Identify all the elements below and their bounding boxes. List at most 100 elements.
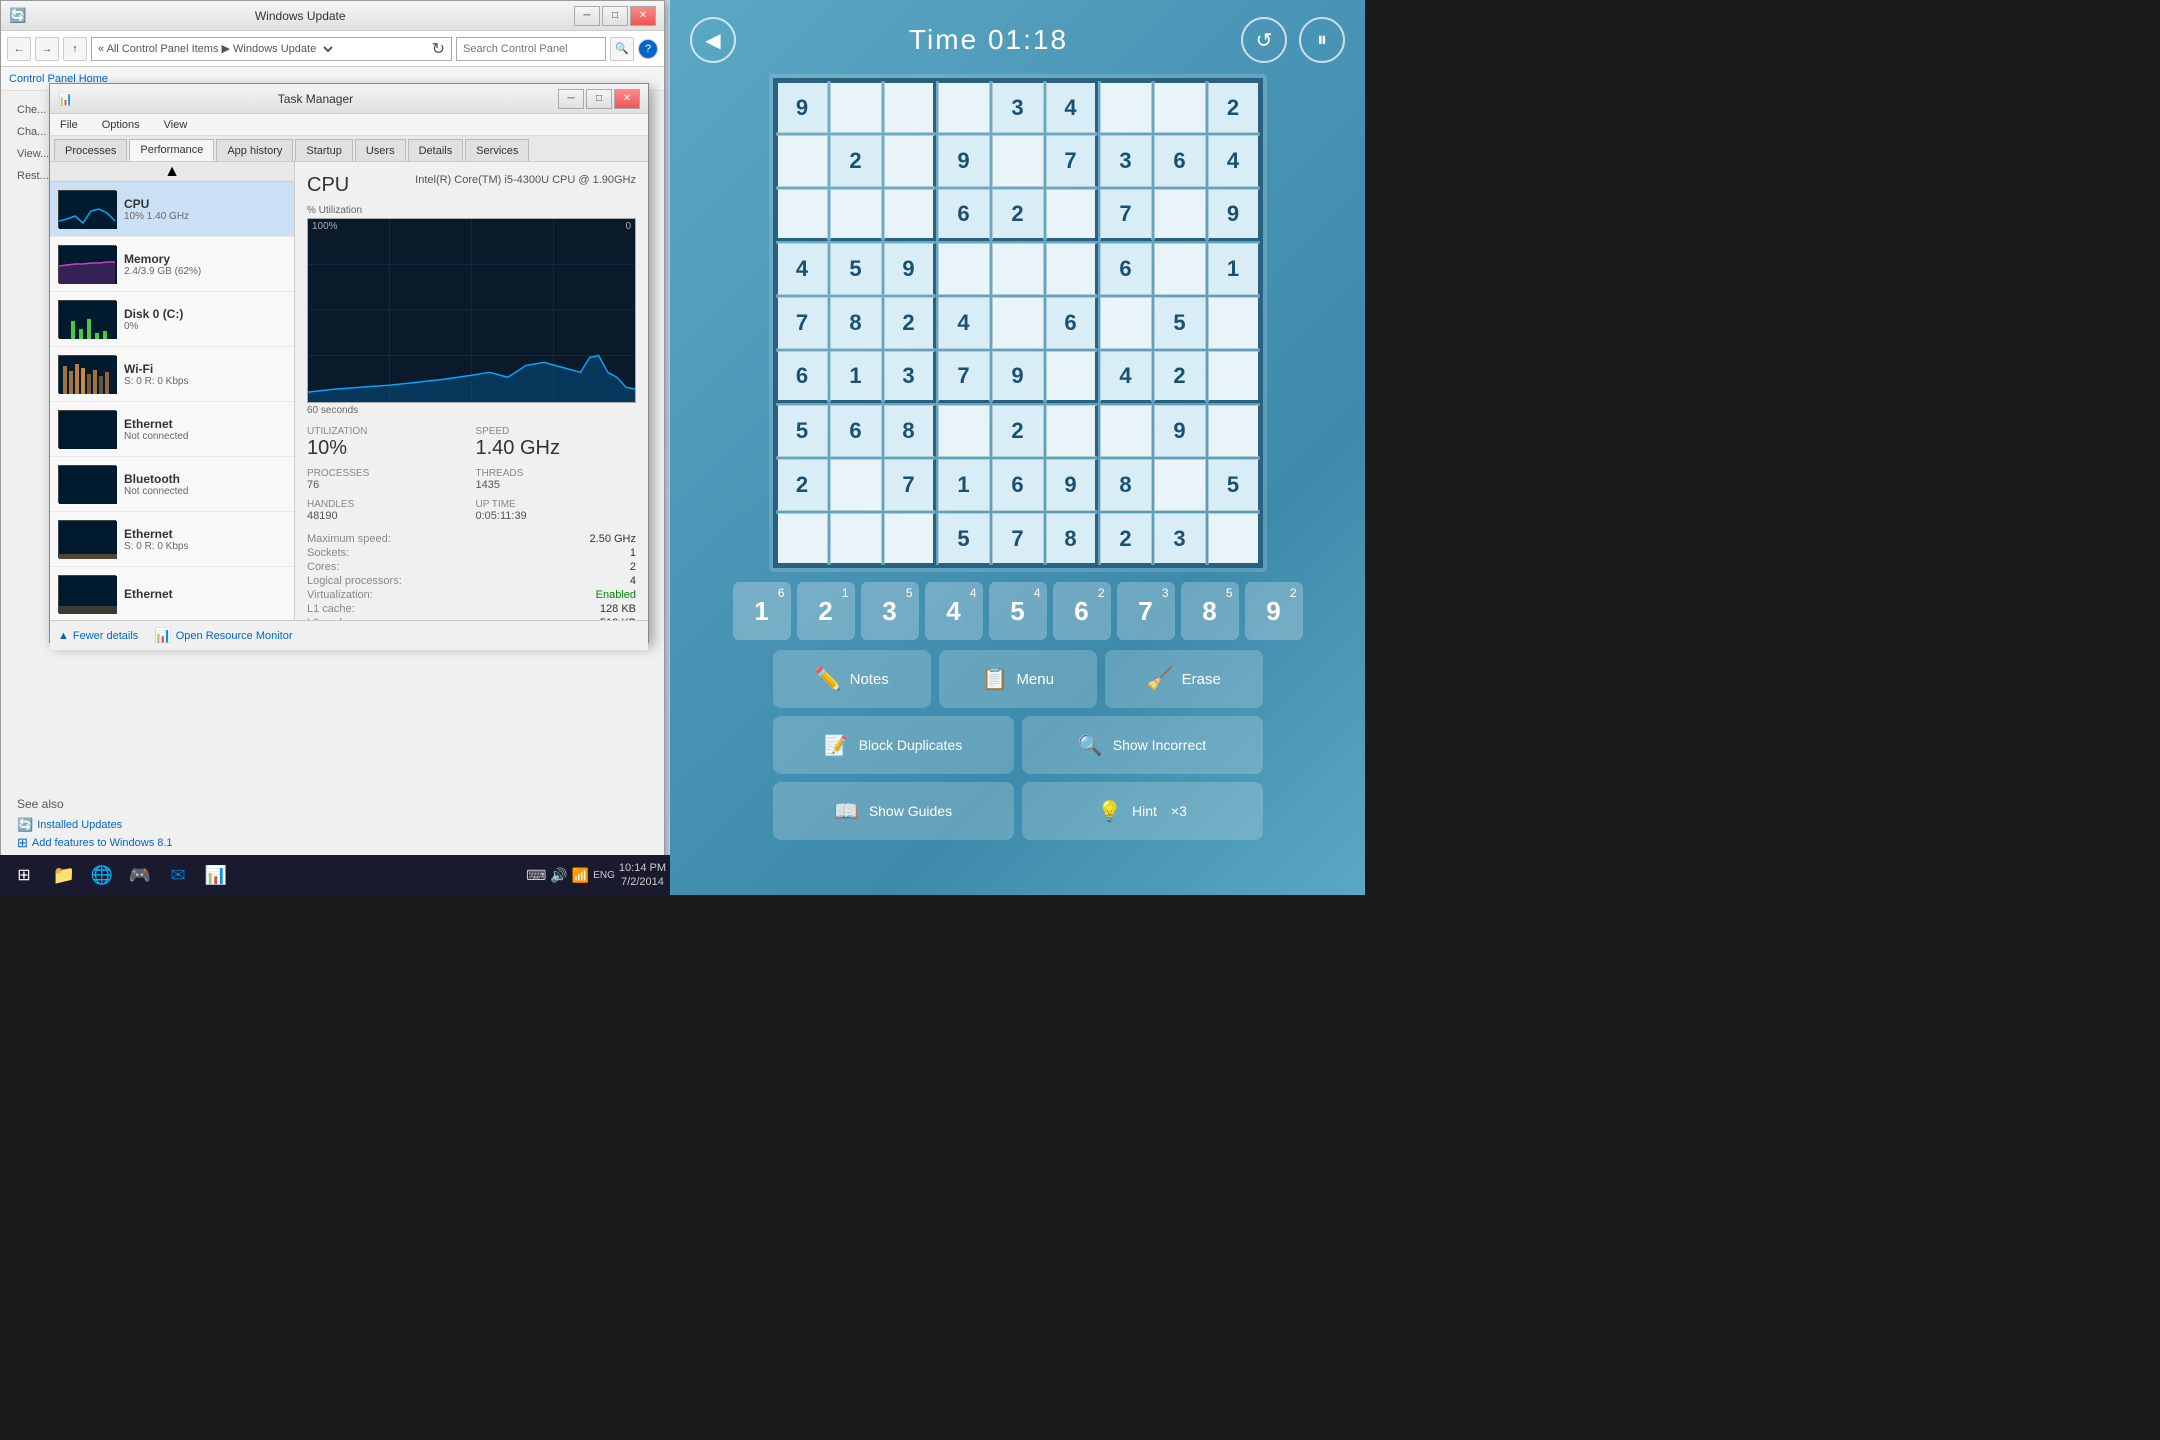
sudoku-cell-5-0[interactable]: 6 — [776, 351, 828, 403]
sudoku-cell-0-7[interactable] — [1154, 81, 1206, 133]
taskbar-xbox[interactable]: 🎮 — [122, 857, 158, 893]
minimize-button[interactable]: ─ — [574, 6, 600, 26]
sudoku-cell-1-0[interactable] — [776, 135, 828, 187]
erase-button[interactable]: 🧹 Erase — [1105, 650, 1263, 708]
maximize-button[interactable]: □ — [602, 6, 628, 26]
num-btn-4[interactable]: 44 — [925, 582, 983, 640]
tab-users[interactable]: Users — [355, 139, 406, 161]
taskbar-ie[interactable]: 🌐 — [84, 857, 120, 893]
sudoku-cell-0-1[interactable] — [830, 81, 882, 133]
hint-button[interactable]: 💡 Hint ×3 — [1022, 782, 1263, 840]
sudoku-cell-5-2[interactable]: 3 — [884, 351, 936, 403]
num-btn-9[interactable]: 92 — [1245, 582, 1303, 640]
sudoku-cell-0-2[interactable] — [884, 81, 936, 133]
sudoku-cell-2-4[interactable]: 2 — [992, 189, 1044, 241]
sudoku-cell-4-2[interactable]: 2 — [884, 297, 936, 349]
sudoku-cell-5-6[interactable]: 4 — [1100, 351, 1152, 403]
sudoku-cell-3-6[interactable]: 6 — [1100, 243, 1152, 295]
sudoku-cell-8-2[interactable] — [884, 513, 936, 565]
tab-performance[interactable]: Performance — [129, 139, 214, 161]
sudoku-cell-6-5[interactable] — [1046, 405, 1098, 457]
sidebar-item-wifi[interactable]: Wi-Fi S: 0 R: 0 Kbps — [50, 347, 294, 402]
sidebar-item-ethernet3[interactable]: Ethernet — [50, 567, 294, 620]
sidebar-item-ethernet2[interactable]: Ethernet S: 0 R: 0 Kbps — [50, 512, 294, 567]
sudoku-cell-5-8[interactable] — [1208, 351, 1260, 403]
sudoku-cell-2-5[interactable] — [1046, 189, 1098, 241]
sudoku-cell-0-3[interactable] — [938, 81, 990, 133]
sudoku-cell-3-4[interactable] — [992, 243, 1044, 295]
sudoku-cell-2-3[interactable]: 6 — [938, 189, 990, 241]
forward-button[interactable]: → — [35, 37, 59, 61]
sudoku-cell-6-4[interactable]: 2 — [992, 405, 1044, 457]
sudoku-cell-7-5[interactable]: 9 — [1046, 459, 1098, 511]
sudoku-cell-8-3[interactable]: 5 — [938, 513, 990, 565]
sudoku-cell-7-7[interactable] — [1154, 459, 1206, 511]
sudoku-cell-2-2[interactable] — [884, 189, 936, 241]
sudoku-cell-5-1[interactable]: 1 — [830, 351, 882, 403]
sidebar-item-memory[interactable]: Memory 2.4/3.9 GB (62%) — [50, 237, 294, 292]
sudoku-cell-4-5[interactable]: 6 — [1046, 297, 1098, 349]
sudoku-cell-1-1[interactable]: 2 — [830, 135, 882, 187]
sudoku-cell-3-7[interactable] — [1154, 243, 1206, 295]
tab-processes[interactable]: Processes — [54, 139, 127, 161]
sudoku-cell-4-1[interactable]: 8 — [830, 297, 882, 349]
resource-monitor-link[interactable]: 📊 Open Resource Monitor — [154, 627, 292, 644]
sudoku-cell-0-8[interactable]: 2 — [1208, 81, 1260, 133]
tab-startup[interactable]: Startup — [295, 139, 352, 161]
sudoku-cell-0-5[interactable]: 4 — [1046, 81, 1098, 133]
sudoku-cell-3-8[interactable]: 1 — [1208, 243, 1260, 295]
num-btn-7[interactable]: 73 — [1117, 582, 1175, 640]
tm-minimize-button[interactable]: ─ — [558, 89, 584, 109]
sidebar-item-disk[interactable]: Disk 0 (C:) 0% — [50, 292, 294, 347]
sudoku-cell-0-4[interactable]: 3 — [992, 81, 1044, 133]
taskbar-task-manager[interactable]: 📊 — [198, 857, 234, 893]
sudoku-cell-6-0[interactable]: 5 — [776, 405, 828, 457]
taskbar-mail[interactable]: ✉ — [160, 857, 196, 893]
sudoku-cell-7-8[interactable]: 5 — [1208, 459, 1260, 511]
sudoku-cell-4-4[interactable] — [992, 297, 1044, 349]
sudoku-cell-6-8[interactable] — [1208, 405, 1260, 457]
sudoku-cell-6-6[interactable] — [1100, 405, 1152, 457]
tab-app-history[interactable]: App history — [216, 139, 293, 161]
num-btn-8[interactable]: 85 — [1181, 582, 1239, 640]
sudoku-cell-8-0[interactable] — [776, 513, 828, 565]
sudoku-cell-3-1[interactable]: 5 — [830, 243, 882, 295]
tab-services[interactable]: Services — [465, 139, 529, 161]
address-refresh[interactable]: ↻ — [432, 39, 445, 59]
sudoku-cell-1-6[interactable]: 3 — [1100, 135, 1152, 187]
menu-view[interactable]: View — [158, 117, 194, 133]
sudoku-cell-5-5[interactable] — [1046, 351, 1098, 403]
show-incorrect-button[interactable]: 🔍 Show Incorrect — [1022, 716, 1263, 774]
sudoku-cell-8-4[interactable]: 7 — [992, 513, 1044, 565]
sudoku-cell-6-7[interactable]: 9 — [1154, 405, 1206, 457]
sidebar-item-bluetooth[interactable]: Bluetooth Not connected — [50, 457, 294, 512]
sudoku-cell-1-2[interactable] — [884, 135, 936, 187]
sudoku-cell-8-6[interactable]: 2 — [1100, 513, 1152, 565]
sudoku-cell-7-1[interactable] — [830, 459, 882, 511]
search-button[interactable]: 🔍 — [610, 37, 634, 61]
search-input[interactable] — [456, 37, 606, 61]
sudoku-cell-4-7[interactable]: 5 — [1154, 297, 1206, 349]
sudoku-cell-8-7[interactable]: 3 — [1154, 513, 1206, 565]
num-btn-3[interactable]: 35 — [861, 582, 919, 640]
sudoku-cell-4-3[interactable]: 4 — [938, 297, 990, 349]
sudoku-cell-4-6[interactable] — [1100, 297, 1152, 349]
tm-close-button[interactable]: ✕ — [614, 89, 640, 109]
sidebar-item-ethernet[interactable]: Ethernet Not connected — [50, 402, 294, 457]
notes-button[interactable]: ✏️ Notes — [773, 650, 931, 708]
sudoku-cell-2-0[interactable] — [776, 189, 828, 241]
sudoku-cell-8-8[interactable] — [1208, 513, 1260, 565]
sudoku-cell-4-8[interactable] — [1208, 297, 1260, 349]
sudoku-cell-4-0[interactable]: 7 — [776, 297, 828, 349]
sudoku-cell-3-3[interactable] — [938, 243, 990, 295]
sudoku-cell-2-1[interactable] — [830, 189, 882, 241]
show-guides-button[interactable]: 📖 Show Guides — [773, 782, 1014, 840]
num-btn-2[interactable]: 21 — [797, 582, 855, 640]
back-button[interactable]: ← — [7, 37, 31, 61]
sudoku-cell-8-1[interactable] — [830, 513, 882, 565]
sudoku-cell-7-4[interactable]: 6 — [992, 459, 1044, 511]
start-button[interactable]: ⊞ — [4, 857, 44, 893]
address-dropdown[interactable] — [316, 42, 336, 56]
sudoku-cell-5-3[interactable]: 7 — [938, 351, 990, 403]
num-btn-1[interactable]: 16 — [733, 582, 791, 640]
